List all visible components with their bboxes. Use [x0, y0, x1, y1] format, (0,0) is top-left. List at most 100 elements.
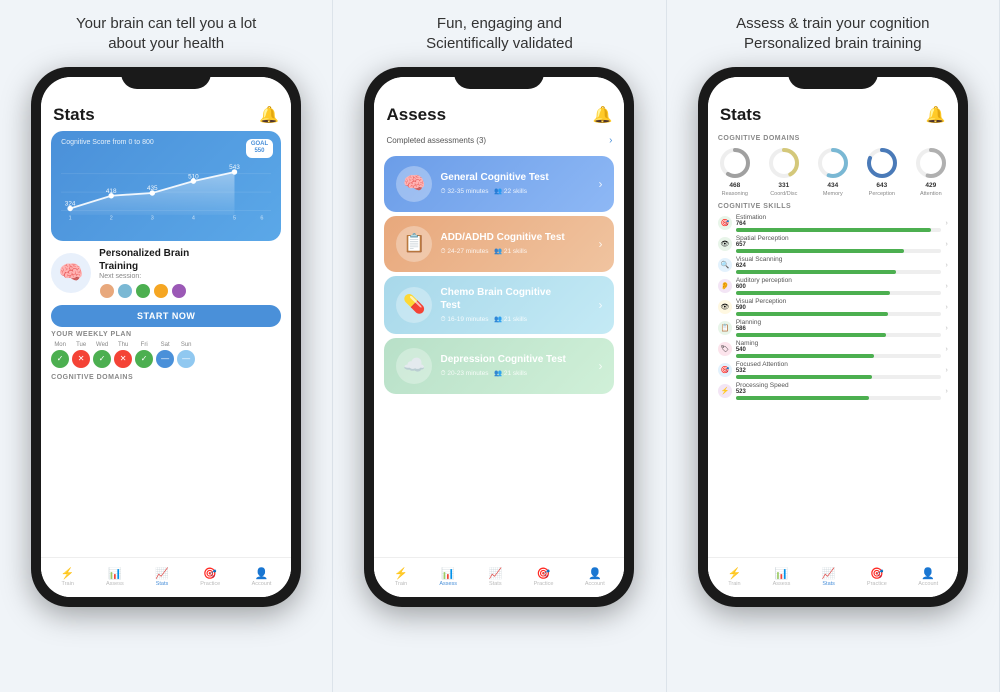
svg-text:3: 3: [151, 215, 154, 221]
skill-bar-planning: [736, 333, 886, 337]
domain-memory: 434 Memory: [816, 146, 850, 198]
nav3-assess[interactable]: 📊 Assess: [773, 567, 791, 587]
nav2-stats-label: Stats: [489, 581, 502, 587]
nav2-practice-icon: 🎯: [537, 567, 551, 580]
skill-spatial: 👁 Spatial Perception 657 ›: [718, 235, 948, 253]
domain-ring-coord: [767, 146, 801, 180]
domain-score-coord: 331: [778, 182, 789, 189]
phone-3: Stats 🔔 COGNITIVE DOMAINS 468: [698, 67, 968, 607]
skill-icon-spatial: 👁: [718, 237, 732, 251]
panel-1: Your brain can tell you a lotabout your …: [0, 0, 333, 692]
test-info-chemo: Chemo Brain CognitiveTest ⏱ 16-19 minute…: [440, 286, 590, 324]
nav2-account-label: Account: [585, 581, 605, 587]
start-now-button[interactable]: START NOW: [51, 305, 281, 327]
skill-icon-processing-speed: ⚡: [718, 384, 732, 398]
svg-text:543: 543: [229, 164, 240, 171]
weekly-label: YOUR WEEKLY PLAN: [51, 331, 281, 338]
skill-chevron-7: ›: [945, 346, 947, 353]
nav2-train[interactable]: ⚡ Train: [394, 567, 408, 587]
nav2-practice-label: Practice: [534, 581, 554, 587]
cog-domains-label: COGNITIVE DOMAINS: [718, 135, 948, 142]
day-circle-wed: ✓: [93, 350, 111, 368]
nav2-assess[interactable]: 📊 Assess: [439, 567, 457, 587]
screen1-title: Stats: [53, 105, 95, 125]
weekly-section: YOUR WEEKLY PLAN Mon ✓ Tue ✕ Wed ✓: [51, 331, 281, 368]
test-card-chemo[interactable]: 💊 Chemo Brain CognitiveTest ⏱ 16-19 minu…: [384, 276, 614, 334]
nav2-assess-label: Assess: [439, 581, 457, 587]
domain-name-memory: Memory: [823, 191, 843, 198]
nav-account[interactable]: 👤 Account: [252, 567, 272, 587]
nav2-train-icon: ⚡: [394, 567, 408, 580]
cog-domains-section: COGNITIVE DOMAINS 468 Reasoning: [708, 131, 958, 202]
nav-practice[interactable]: 🎯 Practice: [200, 567, 220, 587]
domain-name-perception: Perception: [869, 191, 895, 198]
nav2-stats[interactable]: 📈 Stats: [488, 567, 502, 587]
domain-score-attention: 429: [925, 182, 936, 189]
test-card-depression[interactable]: ☁️ Depression Cognitive Test ⏱ 20-23 min…: [384, 338, 614, 394]
domain-coord: 331 Coord/Disc: [767, 146, 801, 198]
brain-card-text: Personalized BrainTraining Next session:: [99, 247, 281, 299]
test-meta-chemo: ⏱ 16-19 minutes 👥 21 skills: [440, 315, 590, 324]
skill-info-focused-attention: Focused Attention 532: [736, 361, 942, 379]
skill-bar-spatial: [736, 249, 905, 253]
test-name-adhd: ADD/ADHD Cognitive Test: [440, 231, 590, 244]
skill-icon-visual-scanning: 🔍: [718, 258, 732, 272]
nav-stats[interactable]: 📈 Stats: [155, 567, 169, 587]
test-name-general: General Cognitive Test: [440, 171, 590, 184]
domain-name-coord: Coord/Disc: [770, 191, 797, 198]
nav2-assess-icon: 📊: [441, 567, 455, 580]
nav3-stats[interactable]: 📈 Stats: [822, 567, 836, 587]
skill-processing-speed: ⚡ Processing Speed 523 ›: [718, 382, 948, 400]
domain-score-reasoning: 468: [729, 182, 740, 189]
nav3-practice[interactable]: 🎯 Practice: [867, 567, 887, 587]
svg-text:1: 1: [69, 215, 72, 221]
svg-text:324: 324: [65, 200, 76, 207]
skill-estimation: 🎯 Estimation 764 ›: [718, 214, 948, 232]
brain-card-title: Personalized BrainTraining: [99, 247, 281, 273]
skill-visual-perception: 👁 Visual Perception 590 ›: [718, 298, 948, 316]
skill-info-processing-speed: Processing Speed 523: [736, 382, 942, 400]
test-meta-general: ⏱ 32-35 minutes 👥 22 skills: [440, 187, 590, 196]
skill-bar-visual-perception: [736, 312, 888, 316]
skill-info-auditory: Auditory perception 600: [736, 277, 942, 295]
skill-icon-planning: 📋: [718, 321, 732, 335]
domain-ring-reasoning: [718, 146, 752, 180]
domain-name-reasoning: Reasoning: [722, 191, 748, 198]
nav-assess[interactable]: 📊 Assess: [106, 567, 124, 587]
test-chevron-3: ›: [598, 298, 602, 312]
svg-text:6: 6: [261, 215, 264, 221]
notch-1: [121, 67, 211, 89]
test-chevron-2: ›: [598, 237, 602, 251]
cognitive-label: COGNITIVE DOMAINS: [51, 374, 281, 381]
account-icon: 👤: [255, 567, 269, 580]
bell-icon-2: 🔔: [593, 105, 613, 125]
nav2-account[interactable]: 👤 Account: [585, 567, 605, 587]
bottom-nav-3: ⚡ Train 📊 Assess 📈 Stats 🎯 Practice: [708, 557, 958, 597]
skill-bar-focused-attention: [736, 375, 872, 379]
nav3-train[interactable]: ⚡ Train: [728, 567, 742, 587]
goal-value: 550: [251, 148, 268, 156]
test-card-adhd[interactable]: 📋 ADD/ADHD Cognitive Test ⏱ 24-27 minute…: [384, 216, 614, 272]
test-icon-general: 🧠: [396, 166, 432, 202]
panel-3: Assess & train your cognitionPersonalize…: [667, 0, 1000, 692]
nav-train[interactable]: ⚡ Train: [61, 567, 75, 587]
nav3-practice-label: Practice: [867, 581, 887, 587]
svg-text:418: 418: [106, 187, 117, 194]
day-mon: Mon ✓: [51, 342, 69, 368]
day-circle-mon: ✓: [51, 350, 69, 368]
stats-icon: 📈: [155, 567, 169, 580]
test-card-general[interactable]: 🧠 General Cognitive Test ⏱ 32-35 minutes…: [384, 156, 614, 212]
nav3-account[interactable]: 👤 Account: [918, 567, 938, 587]
nav-account-label: Account: [252, 581, 272, 587]
nav3-assess-icon: 📊: [775, 567, 789, 580]
test-name-depression: Depression Cognitive Test: [440, 353, 590, 366]
completed-row[interactable]: Completed assessments (3) ›: [374, 131, 624, 152]
screen3-title: Stats: [720, 105, 762, 125]
screen1-header: Stats 🔔: [41, 101, 291, 131]
domain-reasoning: 468 Reasoning: [718, 146, 752, 198]
chart-area: Cognitive Score from 0 to 800 GOAL 550: [51, 131, 281, 241]
skill-chevron-8: ›: [945, 367, 947, 374]
nav2-practice[interactable]: 🎯 Practice: [534, 567, 554, 587]
test-chevron-1: ›: [598, 177, 602, 191]
day-circle-sat: —: [156, 350, 174, 368]
